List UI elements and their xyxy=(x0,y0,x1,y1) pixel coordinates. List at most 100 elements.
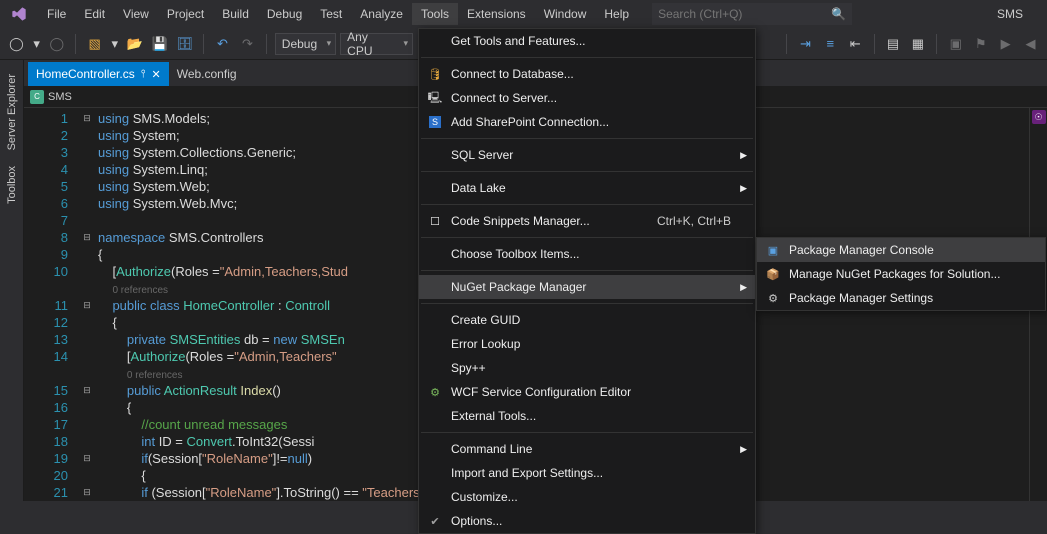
srv-icon: 🖳 xyxy=(427,90,443,106)
vs-logo-icon xyxy=(8,3,30,25)
menu-item-label: Code Snippets Manager... xyxy=(451,214,590,228)
menu-item-data-lake[interactable]: Data Lake▶ xyxy=(419,176,755,200)
menu-item-get-tools-and-features[interactable]: Get Tools and Features... xyxy=(419,29,755,53)
nav-fwd-button: ◯ xyxy=(46,33,67,55)
nav-back-button[interactable]: ◯ xyxy=(6,33,27,55)
menu-help[interactable]: Help xyxy=(595,3,638,25)
fold-margin[interactable]: ⊟⊟⊟⊟⊟⊟ xyxy=(80,108,94,501)
nuget-submenu: ▣Package Manager Console📦Manage NuGet Pa… xyxy=(756,237,1046,311)
file-tab-label: Web.config xyxy=(177,67,237,81)
db-icon: 🛢 xyxy=(427,66,443,82)
menu-item-label: WCF Service Configuration Editor xyxy=(451,385,631,399)
tab-webconfig[interactable]: Web.config xyxy=(169,62,245,86)
platform-select[interactable]: Any CPU xyxy=(340,33,413,55)
csharp-project-icon: C xyxy=(30,90,44,104)
step-into-icon[interactable]: ⇥ xyxy=(795,33,816,55)
save-all-button[interactable]: 🗄 xyxy=(174,33,195,55)
menu-item-label: Manage NuGet Packages for Solution... xyxy=(789,267,1000,281)
menu-item-manage-nuget-packages-for-solution[interactable]: 📦Manage NuGet Packages for Solution... xyxy=(757,262,1045,286)
menu-test[interactable]: Test xyxy=(311,3,351,25)
menu-debug[interactable]: Debug xyxy=(258,3,311,25)
list-icon[interactable]: ≡ xyxy=(820,33,841,55)
menu-build[interactable]: Build xyxy=(213,3,258,25)
menu-item-package-manager-console[interactable]: ▣Package Manager Console xyxy=(757,238,1045,262)
tab-homecontroller[interactable]: HomeController.cs ⫯ ✕ xyxy=(28,62,169,86)
shortcut-label: Ctrl+K, Ctrl+B xyxy=(657,214,731,228)
menu-item-label: Package Manager Console xyxy=(789,243,934,257)
opt-icon: ✔ xyxy=(427,513,443,529)
menu-item-label: Command Line xyxy=(451,442,532,456)
menu-item-customize[interactable]: Customize... xyxy=(419,485,755,509)
menu-item-command-line[interactable]: Command Line ▶ xyxy=(419,437,755,461)
toolbox-tab[interactable]: Toolbox xyxy=(4,158,20,212)
menu-item-label: Data Lake xyxy=(451,181,506,195)
prev-icon: ◀ xyxy=(1020,33,1041,55)
bookmark-icon: ▣ xyxy=(945,33,966,55)
next-icon: ▶ xyxy=(995,33,1016,55)
menu-item-error-lookup[interactable]: Error Lookup xyxy=(419,332,755,356)
menu-item-label: Get Tools and Features... xyxy=(451,34,586,48)
undo-button[interactable]: ↶ xyxy=(212,33,233,55)
snip-icon: ☐ xyxy=(427,213,443,229)
save-button[interactable]: 💾 xyxy=(149,33,170,55)
submenu-arrow-icon: ▶ xyxy=(740,444,747,455)
menu-item-label: Connect to Server... xyxy=(451,91,557,105)
submenu-arrow-icon: ▶ xyxy=(740,150,747,161)
menu-item-label: SQL Server xyxy=(451,148,513,162)
menu-item-label: NuGet Package Manager xyxy=(451,280,586,294)
menu-item-label: Add SharePoint Connection... xyxy=(451,115,609,129)
nav-back-split[interactable]: ▾ xyxy=(31,33,42,55)
menu-analyze[interactable]: Analyze xyxy=(351,3,412,25)
format-icon[interactable]: ▦ xyxy=(908,33,929,55)
menu-item-choose-toolbox-items[interactable]: Choose Toolbox Items... xyxy=(419,242,755,266)
menu-item-external-tools[interactable]: External Tools... xyxy=(419,404,755,428)
menu-item-options[interactable]: ✔Options... xyxy=(419,509,755,533)
search-input[interactable] xyxy=(658,7,846,21)
menu-extensions[interactable]: Extensions xyxy=(458,3,535,25)
menu-edit[interactable]: Edit xyxy=(75,3,114,25)
menu-item-nuget-package-manager[interactable]: NuGet Package Manager ▶ xyxy=(419,275,755,299)
menu-item-label: Error Lookup xyxy=(451,337,520,351)
menu-item-label: External Tools... xyxy=(451,409,536,423)
live-share-icon[interactable]: ☉ xyxy=(1032,110,1046,124)
menu-item-spy[interactable]: Spy++ xyxy=(419,356,755,380)
file-tab-label: HomeController.cs xyxy=(36,67,135,81)
new-split[interactable]: ▾ xyxy=(109,33,120,55)
menu-view[interactable]: View xyxy=(114,3,158,25)
menu-item-create-guid[interactable]: Create GUID xyxy=(419,308,755,332)
menu-item-sql-server[interactable]: SQL Server ▶ xyxy=(419,143,755,167)
menu-window[interactable]: Window xyxy=(535,3,596,25)
menu-item-label: Connect to Database... xyxy=(451,67,574,81)
open-file-button[interactable]: 📂 xyxy=(124,33,145,55)
menu-item-label: Spy++ xyxy=(451,361,486,375)
left-tool-tabs: Server Explorer Toolbox xyxy=(0,60,24,501)
outdent-icon[interactable]: ▤ xyxy=(883,33,904,55)
indent-icon[interactable]: ⇤ xyxy=(845,33,866,55)
menu-item-connect-to-database[interactable]: 🛢 Connect to Database... xyxy=(419,62,755,86)
gear-icon: ⚙ xyxy=(765,290,781,306)
line-number-gutter: 1234567891011121314151617181920212223 xyxy=(24,108,80,501)
menu-item-label: Choose Toolbox Items... xyxy=(451,247,580,261)
menubar: FileEditViewProjectBuildDebugTestAnalyze… xyxy=(0,0,1047,28)
menu-tools[interactable]: Tools xyxy=(412,3,458,25)
pin-icon[interactable]: ⫯ xyxy=(141,68,146,81)
menu-item-import-and-export-settings[interactable]: Import and Export Settings... xyxy=(419,461,755,485)
menu-item-label: Create GUID xyxy=(451,313,520,327)
menu-item-code-snippets-manager[interactable]: ☐ Code Snippets Manager... Ctrl+K, Ctrl+B xyxy=(419,209,755,233)
new-project-button[interactable]: ▧ xyxy=(84,33,105,55)
menu-file[interactable]: File xyxy=(38,3,75,25)
quick-launch-search[interactable]: 🔍 xyxy=(652,3,852,25)
search-icon: 🔍 xyxy=(831,7,846,21)
menu-item-connect-to-server[interactable]: 🖳 Connect to Server... xyxy=(419,86,755,110)
wcf-icon: ⚙ xyxy=(427,384,443,400)
menu-project[interactable]: Project xyxy=(158,3,213,25)
menu-item-package-manager-settings[interactable]: ⚙ Package Manager Settings xyxy=(757,286,1045,310)
server-explorer-tab[interactable]: Server Explorer xyxy=(4,66,20,158)
menu-item-wcf-service-configuration-editor[interactable]: ⚙ WCF Service Configuration Editor xyxy=(419,380,755,404)
menu-item-add-sharepoint-connection[interactable]: SAdd SharePoint Connection... xyxy=(419,110,755,134)
menu-item-label: Package Manager Settings xyxy=(789,291,933,305)
config-select[interactable]: Debug xyxy=(275,33,336,55)
tools-menu: Get Tools and Features... 🛢 Connect to Dat… xyxy=(418,28,756,534)
close-icon[interactable]: ✕ xyxy=(152,68,161,81)
submenu-arrow-icon: ▶ xyxy=(740,282,747,293)
